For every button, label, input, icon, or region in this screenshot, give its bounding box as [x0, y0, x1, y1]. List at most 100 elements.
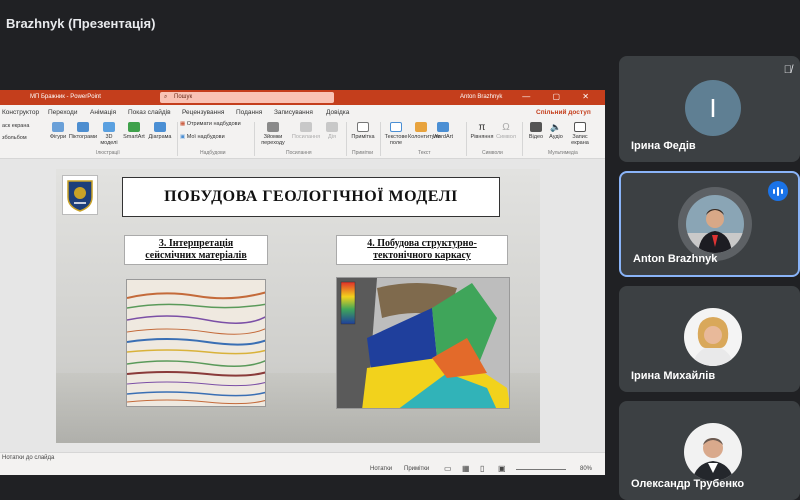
link-icon	[300, 122, 312, 132]
document-name: МП Бражник - PowerPoint	[30, 94, 101, 100]
status-controls: Нотатки Примітки ▭ ▦ ▯ ▣ 80%	[0, 464, 605, 475]
participant-tile[interactable]: I 🎙̸ Ірина Федів	[619, 56, 800, 162]
screen-record-button[interactable]: Запис екрана	[566, 122, 594, 146]
slide[interactable]: ПОБУДОВА ГЕОЛОГІЧНОЇ МОДЕЛІ 3. Інтерпрет…	[56, 169, 540, 443]
shapes-icon	[52, 122, 64, 132]
ribbon-separator	[346, 122, 347, 156]
ribbon-separator	[177, 122, 178, 156]
avatar: I	[685, 80, 741, 136]
participant-name: Anton Brazhnyk	[633, 253, 718, 265]
reading-view-icon[interactable]: ▯	[480, 464, 484, 473]
textbox-icon	[390, 122, 402, 132]
search-icon: ⌕	[164, 94, 168, 100]
notes-toggle-button[interactable]: Нотатки	[370, 466, 392, 472]
tab-review[interactable]: Рецензування	[182, 109, 224, 116]
zoom-level[interactable]: 80%	[580, 466, 592, 472]
store-icon: ▦	[180, 121, 187, 127]
search-placeholder: Пошук	[174, 94, 193, 100]
ribbon-separator	[522, 122, 523, 156]
normal-view-icon[interactable]: ▭	[444, 464, 452, 473]
left-heading: 3. Інтерпретація сейсмічних матеріалів	[124, 235, 268, 265]
tab-animation[interactable]: Анімація	[90, 109, 116, 116]
zoom-slider[interactable]	[516, 469, 566, 470]
right-heading: 4. Побудова структурно- тектонічного кар…	[336, 235, 508, 265]
group-comments: Примітки	[352, 150, 373, 156]
header-footer-button[interactable]: Колонтитули	[408, 122, 441, 140]
video-button[interactable]: Відео	[526, 122, 546, 140]
tab-design[interactable]: Конструктор	[2, 109, 39, 116]
chart-icon	[154, 122, 166, 132]
participant-tile[interactable]: Олександр Трубенко	[619, 401, 800, 500]
presentation-title: Brazhnyk (Презентація)	[6, 16, 156, 31]
group-media: Мультимедіа	[548, 150, 578, 156]
ppt-user-name: Anton Brazhnyk	[460, 94, 503, 100]
cube-icon	[103, 122, 115, 132]
speaking-indicator-icon	[768, 181, 788, 201]
action-button[interactable]: Дія	[322, 122, 342, 140]
participant-tile-speaking[interactable]: Anton Brazhnyk	[619, 171, 800, 277]
vertical-scrollbar[interactable]	[598, 159, 605, 452]
comment-button[interactable]: Примітка	[350, 122, 376, 140]
shared-screen: МП Бражник - PowerPoint ⌕ Пошук Anton Br…	[0, 90, 605, 475]
pi-icon: π	[478, 122, 486, 133]
search-box[interactable]: ⌕ Пошук	[160, 92, 334, 103]
addins-icon: ▣	[180, 134, 187, 140]
slideshow-icon[interactable]: ▣	[498, 464, 506, 473]
header-footer-icon	[415, 122, 427, 132]
ribbon: аск екрана збольбом Фігури Піктограми 3D…	[0, 119, 605, 159]
share-button[interactable]: Спільний доступ	[536, 109, 591, 116]
mic-off-icon: 🎙̸	[783, 64, 792, 76]
smartart-icon	[128, 122, 140, 132]
tab-transitions[interactable]: Переходи	[48, 109, 77, 116]
structural-model-image	[336, 277, 510, 409]
university-emblem	[62, 175, 98, 215]
participant-name: Олександр Трубенко	[631, 478, 745, 490]
comments-toggle-button[interactable]: Примітки	[404, 466, 429, 472]
tab-help[interactable]: Довідка	[326, 109, 349, 116]
link-button[interactable]: Посилання	[290, 122, 322, 140]
avatar	[684, 423, 742, 481]
zoom-transition-button[interactable]: Зйомки переходу	[258, 122, 288, 146]
group-illustrations: Ілюстрації	[96, 150, 120, 156]
ribbon-left-item-2[interactable]: збольбом	[2, 135, 27, 141]
avatar	[684, 308, 742, 366]
ribbon-separator	[466, 122, 467, 156]
audio-button[interactable]: 🔈 Аудіо	[546, 122, 566, 140]
textbox-button[interactable]: Текстове поле	[383, 122, 409, 146]
icons-icon	[77, 122, 89, 132]
star-icon	[326, 122, 338, 132]
avatar	[686, 195, 744, 253]
smartart-button[interactable]: SmartArt	[120, 122, 148, 140]
3d-models-button[interactable]: 3D моделі	[98, 122, 120, 146]
get-addins-button[interactable]: ▦ Отримати надбудови	[180, 121, 241, 127]
meet-top-bar: Brazhnyk (Презентація)	[0, 0, 800, 48]
group-text: Текст	[418, 150, 431, 156]
comment-icon	[357, 122, 369, 132]
wordart-icon	[437, 122, 449, 132]
status-bar: Нотатки до слайда Нотатки Примітки ▭ ▦ ▯…	[0, 452, 605, 475]
wordart-button[interactable]: WordArt	[432, 122, 454, 140]
seismic-section-image	[126, 279, 266, 407]
participant-name: Ірина Федів	[631, 140, 696, 152]
ribbon-separator	[254, 122, 255, 156]
chart-button[interactable]: Діаграма	[146, 122, 174, 140]
participant-tile[interactable]: Ірина Михайлів	[619, 286, 800, 392]
group-symbols: Символи	[482, 150, 503, 156]
ribbon-left-item-1[interactable]: аск екрана	[2, 123, 29, 129]
powerpoint-title-bar: МП Бражник - PowerPoint ⌕ Пошук Anton Br…	[0, 90, 605, 105]
shapes-button[interactable]: Фігури	[46, 122, 70, 140]
icons-button[interactable]: Піктограми	[68, 122, 98, 140]
screen-record-icon	[574, 122, 586, 132]
window-controls[interactable]: — ▢ ✕	[522, 92, 599, 101]
slide-title: ПОБУДОВА ГЕОЛОГІЧНОЇ МОДЕЛІ	[122, 177, 500, 217]
tab-view[interactable]: Подання	[236, 109, 262, 116]
notes-pane[interactable]: Нотатки до слайда	[0, 455, 605, 463]
tab-slideshow[interactable]: Показ слайдів	[128, 109, 171, 116]
equation-button[interactable]: π Рівняння	[468, 122, 496, 140]
tab-record[interactable]: Записування	[274, 109, 313, 116]
slide-sorter-icon[interactable]: ▦	[462, 464, 470, 473]
omega-icon: Ω	[502, 122, 510, 133]
symbol-button[interactable]: Ω Символ	[494, 122, 518, 140]
my-addins-button[interactable]: ▣ Мої надбудови	[180, 134, 225, 140]
speaker-icon: 🔈	[550, 122, 562, 132]
